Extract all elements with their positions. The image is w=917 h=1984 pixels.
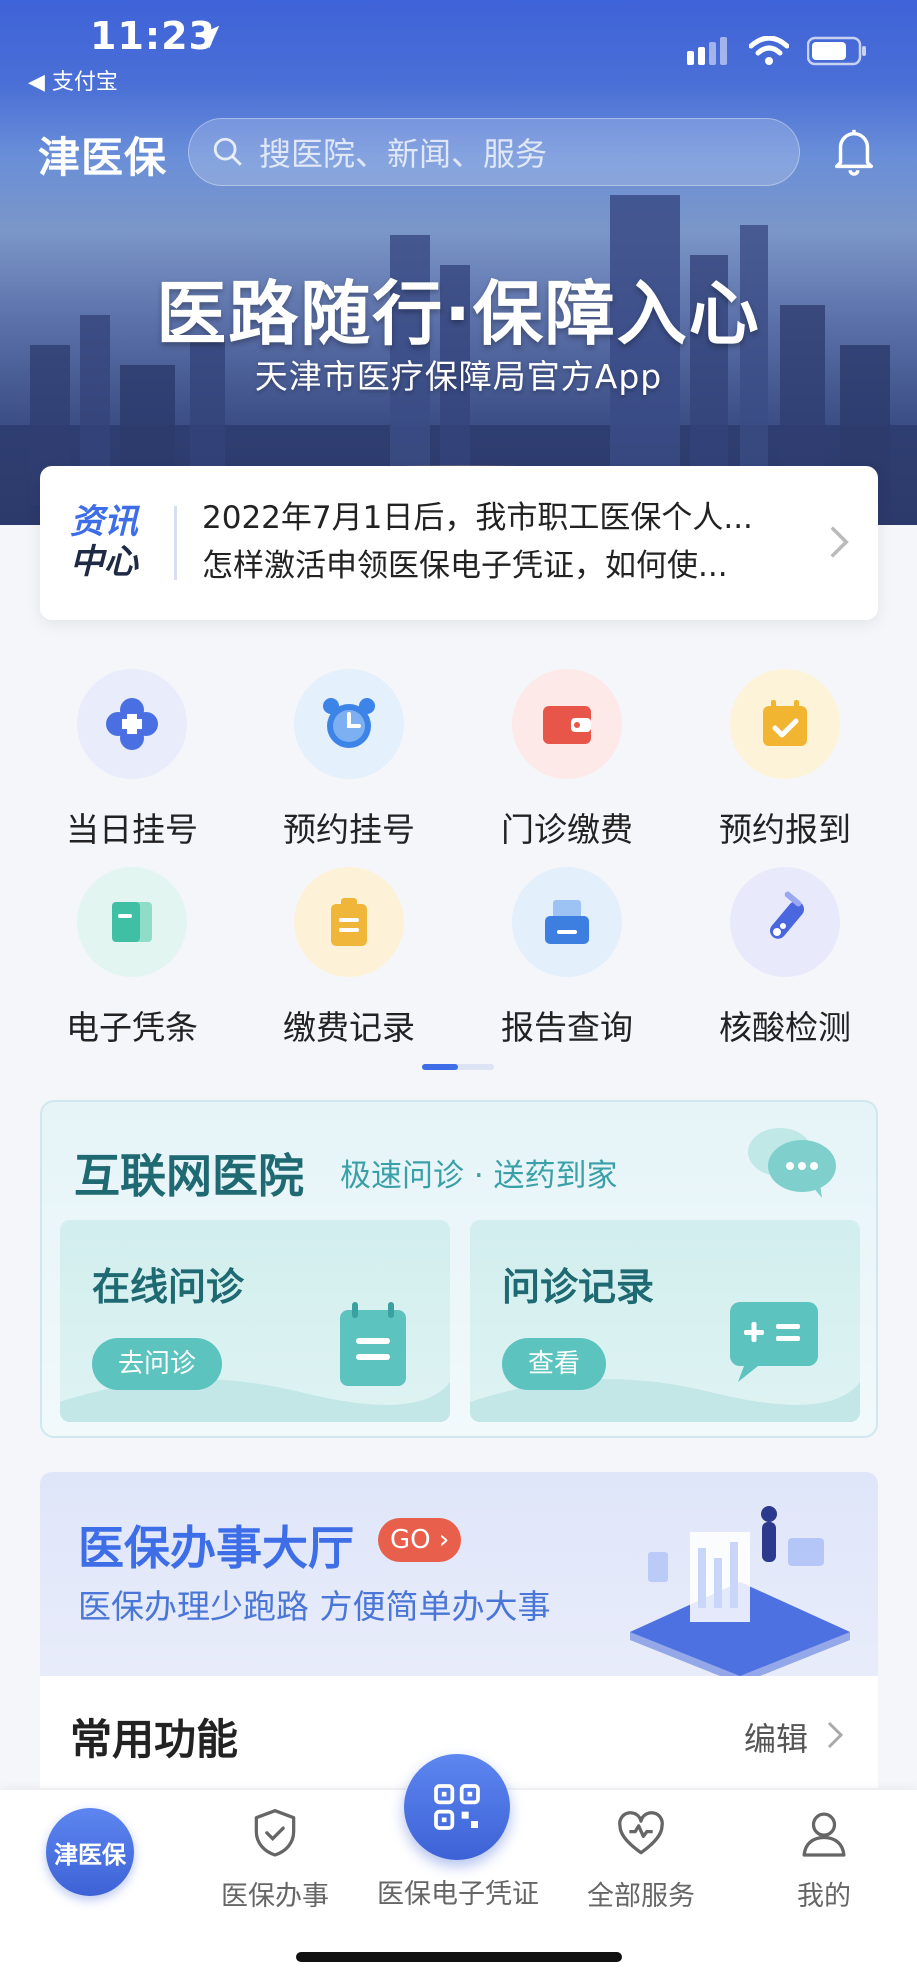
service-hall-subtitle: 医保办理少跑路 方便简单办大事 <box>78 1587 551 1626</box>
news-tag-line2: 中心 <box>70 542 138 582</box>
news-center-card[interactable]: 资讯 中心 2022年7月1日后，我市职工医保个人... 怎样激活申领医保电子凭… <box>40 466 878 620</box>
consultation-records-card[interactable]: 问诊记录 查看 <box>470 1220 860 1422</box>
card-title: 在线问诊 <box>92 1265 245 1309</box>
service-item-appointment-registration[interactable]: 预约挂号 <box>249 669 449 851</box>
news-item[interactable]: 怎样激活申领医保电子凭证，如何使... <box>202 542 753 590</box>
service-item-nucleic-acid-test[interactable]: 核酸检测 <box>685 867 885 1049</box>
page-indicator <box>422 1064 494 1070</box>
service-icon-bg <box>294 669 404 779</box>
tab-e-voucher[interactable]: 医保电子凭证 <box>368 1864 548 1911</box>
calculator-bubble-icon <box>730 1302 818 1382</box>
service-icon-bg <box>730 669 840 779</box>
service-hall-title: 医保办事大厅 <box>78 1521 354 1575</box>
tab-mine[interactable]: 我的 <box>734 1790 914 1913</box>
clover-icon <box>106 698 158 750</box>
qr-code-icon <box>434 1784 480 1830</box>
service-label: 门诊缴费 <box>501 810 633 849</box>
calendar-check-icon <box>763 700 807 746</box>
receipt-icon <box>112 902 152 942</box>
user-icon <box>802 1812 846 1857</box>
banner-subtitle: 天津市医疗保障局官方App <box>254 357 663 396</box>
card-title: 问诊记录 <box>502 1265 655 1309</box>
service-hall-banner[interactable]: 医保办事大厅 GO › 医保办理少跑路 方便简单办大事 <box>40 1472 878 1676</box>
status-indicators <box>687 36 867 66</box>
tab-label: 我的 <box>797 1881 851 1912</box>
view-records-button[interactable]: 查看 <box>502 1338 607 1390</box>
common-functions-title: 常用功能 <box>70 1715 239 1764</box>
internet-hospital-title: 互联网医院 <box>74 1149 304 1203</box>
go-badge[interactable]: GO › <box>378 1518 462 1562</box>
tab-label: 全部服务 <box>587 1881 695 1912</box>
banner-slogan: 医路随行·保障入心 <box>156 273 761 355</box>
tab-e-voucher-qr[interactable] <box>404 1754 510 1860</box>
service-label: 电子凭条 <box>66 1008 198 1047</box>
chat-bubble-icon <box>748 1128 836 1198</box>
service-label: 预约挂号 <box>283 810 415 849</box>
location-arrow-icon <box>196 25 220 49</box>
news-list: 2022年7月1日后，我市职工医保个人... 怎样激活申领医保电子凭证，如何使.… <box>202 494 753 590</box>
service-label: 核酸检测 <box>719 1008 851 1047</box>
search-placeholder: 搜医院、新闻、服务 <box>259 135 548 173</box>
service-icon-bg <box>730 867 840 977</box>
clipboard-icon <box>331 898 367 946</box>
service-icon-bg <box>512 669 622 779</box>
home-indicator <box>296 1952 622 1962</box>
app-brand-logo: 津医保 <box>38 133 168 182</box>
printer-icon <box>545 900 589 944</box>
internet-hospital-card: 互联网医院 极速问诊 · 送药到家 在线问诊 去问诊 问诊记录 查看 <box>40 1100 878 1438</box>
shield-check-icon <box>254 1809 296 1857</box>
tab-home[interactable]: 津医保 <box>46 1808 134 1896</box>
news-tag-line1: 资讯 <box>70 502 138 542</box>
internet-hospital-subtitle: 极速问诊 · 送药到家 <box>340 1158 618 1194</box>
page-indicator-active <box>422 1064 458 1070</box>
hero-banner: 11:23 ◀ 支付宝 津医保 搜医院、新闻、服务 医路随行·保障入心 天津市医… <box>0 0 917 525</box>
service-label: 报告查询 <box>501 1008 633 1047</box>
service-icon-bg <box>77 867 187 977</box>
bell-icon[interactable] <box>830 126 878 176</box>
service-item-same-day-registration[interactable]: 当日挂号 <box>32 669 232 851</box>
go-badge-label: GO <box>390 1525 431 1555</box>
wifi-icon <box>749 36 789 65</box>
chevron-right-icon <box>827 1721 844 1749</box>
service-label: 缴费记录 <box>283 1008 415 1047</box>
heart-pulse-icon <box>618 1811 664 1855</box>
alarm-clock-icon <box>323 698 375 748</box>
divider <box>174 506 177 580</box>
online-consultation-card[interactable]: 在线问诊 去问诊 <box>60 1220 450 1422</box>
service-icon-bg <box>294 867 404 977</box>
search-icon <box>213 137 242 166</box>
service-desk-illustration <box>630 1506 850 1676</box>
chevron-right-icon <box>830 526 849 558</box>
news-item[interactable]: 2022年7月1日后，我市职工医保个人... <box>202 494 753 542</box>
tab-label: 医保电子凭证 <box>377 1879 539 1910</box>
service-item-report-query[interactable]: 报告查询 <box>467 867 667 1049</box>
test-tube-icon <box>770 891 804 939</box>
service-item-e-receipt[interactable]: 电子凭条 <box>32 867 232 1049</box>
wallet-icon <box>543 706 591 744</box>
tab-label: 医保办事 <box>221 1881 329 1912</box>
back-to-app-link[interactable]: ◀ 支付宝 <box>28 64 118 96</box>
tab-insurance-affairs[interactable]: 医保办事 <box>185 1790 365 1913</box>
service-icon-bg <box>77 669 187 779</box>
search-input[interactable]: 搜医院、新闻、服务 <box>188 118 800 186</box>
service-item-appointment-check-in[interactable]: 预约报到 <box>685 669 885 851</box>
service-item-payment-records[interactable]: 缴费记录 <box>249 867 449 1049</box>
news-center-tag: 资讯 中心 <box>70 502 138 582</box>
service-label: 预约报到 <box>719 810 851 849</box>
notepad-icon <box>340 1302 406 1386</box>
cellular-signal-icon <box>687 37 727 65</box>
tab-all-services[interactable]: 全部服务 <box>551 1790 731 1913</box>
service-icon-bg <box>512 867 622 977</box>
battery-icon <box>807 36 866 66</box>
edit-button[interactable]: 编辑 <box>744 1714 808 1760</box>
go-consult-button[interactable]: 去问诊 <box>92 1338 223 1390</box>
service-label: 当日挂号 <box>66 810 198 849</box>
service-item-outpatient-payment[interactable]: 门诊缴费 <box>467 669 667 851</box>
